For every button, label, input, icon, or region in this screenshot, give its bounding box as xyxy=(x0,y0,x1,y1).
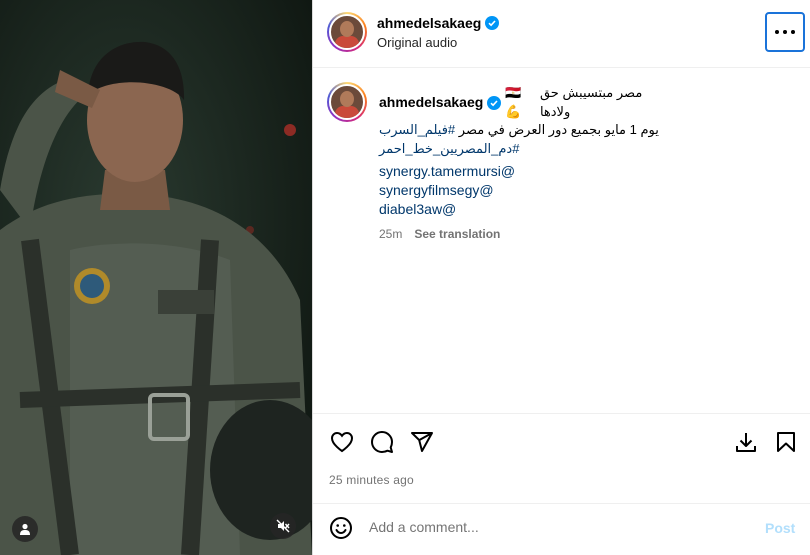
download-button[interactable] xyxy=(733,429,759,455)
mentions-list: synergy.tamermursi@ synergyfilmsegy@ dia… xyxy=(379,162,669,219)
verified-badge-icon xyxy=(487,95,502,110)
mention-link[interactable]: diabel3aw@ xyxy=(379,200,669,219)
caption-meta: 25m See translation xyxy=(379,225,669,244)
see-translation-button[interactable]: See translation xyxy=(414,225,500,244)
caption-line2-text: يوم 1 مايو بجميع دور العرض في مصر xyxy=(458,122,659,137)
video-frame xyxy=(0,0,312,555)
share-button[interactable] xyxy=(409,429,435,455)
author-avatar[interactable] xyxy=(327,12,367,52)
comment-input[interactable] xyxy=(369,519,749,535)
more-options-button[interactable] xyxy=(765,12,805,52)
audio-label[interactable]: Original audio xyxy=(377,35,457,50)
post-comment-button[interactable]: Post xyxy=(765,520,795,536)
mention-link[interactable]: synergyfilmsegy@ xyxy=(379,181,669,200)
verified-badge-icon xyxy=(485,16,500,30)
muted-speaker-icon xyxy=(276,519,290,533)
caption-line2: يوم 1 مايو بجميع دور العرض في مصر #فيلم_… xyxy=(379,121,669,140)
action-bar: 25 minutes ago xyxy=(313,414,810,504)
caption-line1-text: مصر مبتسيبش حق ولادها xyxy=(539,85,643,119)
like-button[interactable] xyxy=(329,429,355,455)
comment-icon xyxy=(371,431,393,453)
caption-username[interactable]: ahmedelsakaeg xyxy=(379,93,483,112)
post-details-panel: ahmedelsakaeg Original audio ahmedelsaka… xyxy=(312,0,810,555)
bookmark-icon xyxy=(777,432,795,452)
post-timestamp[interactable]: 25 minutes ago xyxy=(329,473,414,487)
post-media[interactable] xyxy=(0,0,312,555)
more-horizontal-icon xyxy=(775,30,779,34)
author-username-row: ahmedelsakaeg xyxy=(377,15,500,31)
caption-author-avatar[interactable] xyxy=(327,82,367,122)
caption-text: ahmedelsakaeg 🇪🇬💪 مصر مبتسيبش حق ولادها … xyxy=(379,84,669,244)
emoji-button[interactable] xyxy=(329,516,355,542)
caption-line3: #دم_المصريين_خط_احمر xyxy=(379,140,669,159)
tagged-users-button[interactable] xyxy=(12,516,38,542)
emoji-icon xyxy=(330,517,352,539)
caption-first-line: ahmedelsakaeg 🇪🇬💪 مصر مبتسيبش حق ولادها xyxy=(379,84,669,121)
send-icon xyxy=(411,432,433,452)
post-header: ahmedelsakaeg Original audio xyxy=(313,0,810,68)
mention-link[interactable]: synergy.tamermursi@ xyxy=(379,162,669,181)
mute-toggle-button[interactable] xyxy=(270,513,296,539)
caption-emojis: 🇪🇬💪 xyxy=(505,85,522,119)
caption-section: ahmedelsakaeg 🇪🇬💪 مصر مبتسيبش حق ولادها … xyxy=(313,68,810,414)
save-button[interactable] xyxy=(773,429,799,455)
heart-icon xyxy=(330,431,354,453)
comment-button[interactable] xyxy=(369,429,395,455)
download-icon xyxy=(736,433,756,452)
user-tag-icon xyxy=(20,523,30,535)
hashtag-link[interactable]: #دم_المصريين_خط_احمر xyxy=(379,141,519,156)
hashtag-link[interactable]: #فيلم_السرب xyxy=(379,122,455,137)
caption-username-row: ahmedelsakaeg xyxy=(379,93,502,112)
comment-form: Post xyxy=(313,505,810,555)
author-username[interactable]: ahmedelsakaeg xyxy=(377,15,481,31)
caption-age[interactable]: 25m xyxy=(379,225,402,244)
